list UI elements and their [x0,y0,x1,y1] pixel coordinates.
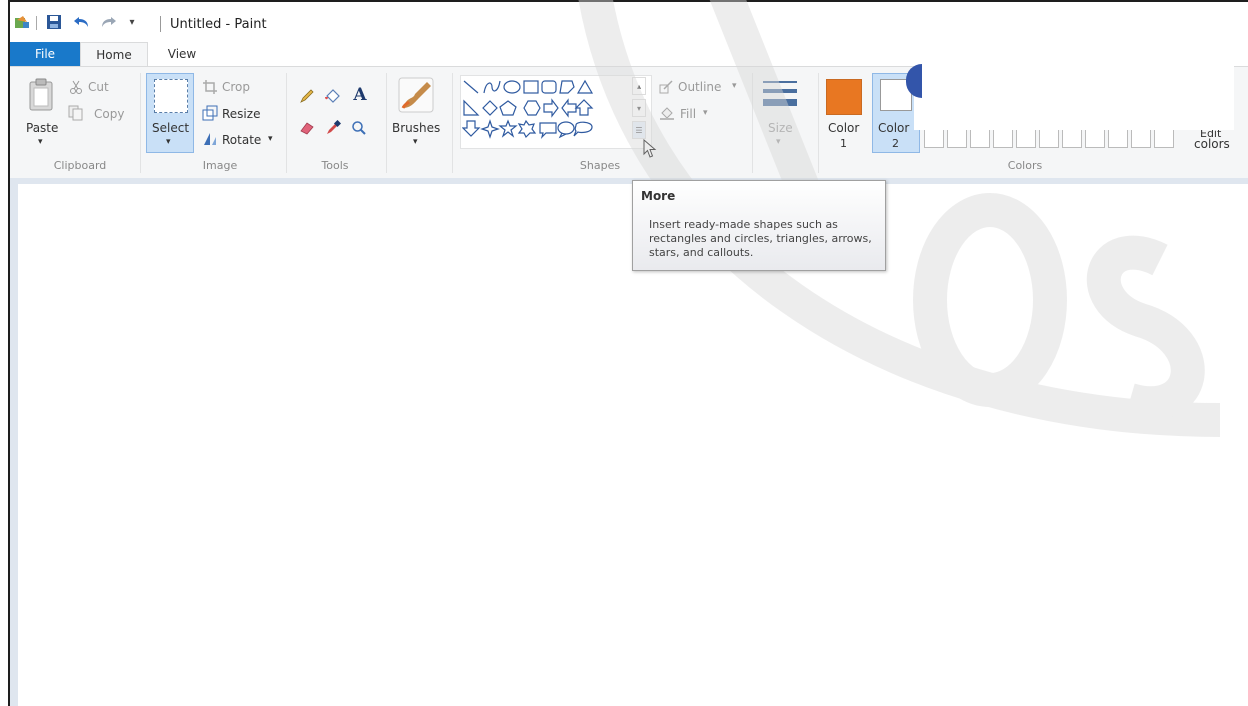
mouse-cursor-icon [642,139,658,159]
rotate-icon[interactable] [202,131,218,147]
group-separator [386,73,387,173]
shapes-scroll-up-button[interactable]: ▴ [632,77,646,95]
resize-icon[interactable] [202,105,218,121]
palette-color-cell[interactable] [1039,128,1059,148]
select-label: Select [152,121,190,135]
color1-number: 1 [840,137,847,150]
fill-bucket-icon[interactable] [324,87,342,105]
group-separator [818,73,819,173]
title-separator [160,16,161,32]
outline-button[interactable]: Outline [678,80,721,94]
brushes-icon[interactable] [396,75,436,115]
fill-icon[interactable] [658,105,676,121]
redo-icon[interactable] [98,12,118,32]
cut-button[interactable]: Cut [88,80,109,94]
tab-home[interactable]: Home [80,42,148,66]
color2-number: 2 [892,137,899,150]
tab-file[interactable]: File [10,42,80,66]
paint-app-icon[interactable] [12,12,32,32]
brushes-dropdown-icon[interactable]: ▾ [413,137,418,147]
group-separator [286,73,287,173]
colors-group-label: Colors [1007,159,1043,172]
tooltip-description: Insert ready-made shapes such as rectang… [649,218,872,259]
palette-color-cell[interactable] [924,128,944,148]
group-separator [452,73,453,173]
overlay-panel [914,40,1234,130]
palette-color-cell[interactable] [1131,128,1151,148]
qa-separator [36,16,37,30]
copy-icon[interactable] [68,105,84,121]
select-dropdown-icon[interactable]: ▾ [166,137,171,147]
eraser-icon[interactable] [298,119,316,137]
cut-icon[interactable] [68,79,84,95]
size-button[interactable]: Size [768,121,793,135]
palette-color-cell[interactable] [993,128,1013,148]
magnifier-icon[interactable] [350,119,368,137]
shapes-gallery-icons [462,79,594,139]
title-bar: ▾ Untitled - Paint [10,2,1248,42]
palette-color-cell[interactable] [1016,128,1036,148]
color-picker-icon[interactable] [324,119,342,137]
customize-quick-access-icon[interactable]: ▾ [124,12,140,32]
edit-colors-button[interactable]: colors [1194,137,1230,151]
crop-icon[interactable] [202,79,218,95]
rotate-dropdown-icon[interactable]: ▾ [268,134,273,144]
tools-group-label: Tools [321,159,349,172]
clipboard-group-label: Clipboard [53,159,107,172]
shapes-more-button[interactable]: ☰ [632,121,646,139]
rotate-button[interactable]: Rotate [222,133,261,147]
color1-label[interactable]: Color [828,121,859,135]
size-icon[interactable] [760,77,800,113]
paste-icon[interactable] [26,77,56,111]
brushes-button[interactable]: Brushes [392,121,440,135]
crop-button[interactable]: Crop [222,80,250,94]
color2-label: Color [878,121,910,135]
fill-dropdown-icon[interactable]: ▾ [703,108,708,118]
more-shapes-tooltip: More Insert ready-made shapes such as re… [632,180,886,271]
outline-icon[interactable] [658,79,674,95]
shapes-scroll-down-button[interactable]: ▾ [632,99,646,117]
resize-button[interactable]: Resize [222,107,260,121]
color1-swatch[interactable] [826,79,862,115]
group-separator [752,73,753,173]
select-icon [154,79,188,113]
palette-color-cell[interactable] [1154,128,1174,148]
copy-button[interactable]: Copy [94,107,124,121]
palette-color-cell[interactable] [947,128,967,148]
undo-icon[interactable] [72,12,92,32]
window-title: Untitled - Paint [170,17,267,32]
palette-color-cell[interactable] [1085,128,1105,148]
paste-button[interactable]: Paste [26,121,58,135]
fill-button[interactable]: Fill [680,107,696,121]
shapes-group-label: Shapes [579,159,621,172]
paste-dropdown-icon[interactable]: ▾ [38,137,43,147]
save-icon[interactable] [44,12,64,32]
tab-view[interactable]: View [152,42,212,66]
text-tool-icon[interactable]: A [350,85,370,105]
pencil-icon[interactable] [298,87,316,105]
group-separator [140,73,141,173]
tooltip-title: More [641,189,676,203]
image-group-label: Image [202,159,238,172]
palette-color-cell[interactable] [1108,128,1128,148]
outline-dropdown-icon[interactable]: ▾ [732,81,737,91]
size-dropdown-icon[interactable]: ▾ [776,137,781,147]
palette-color-cell[interactable] [970,128,990,148]
palette-color-cell[interactable] [1062,128,1082,148]
